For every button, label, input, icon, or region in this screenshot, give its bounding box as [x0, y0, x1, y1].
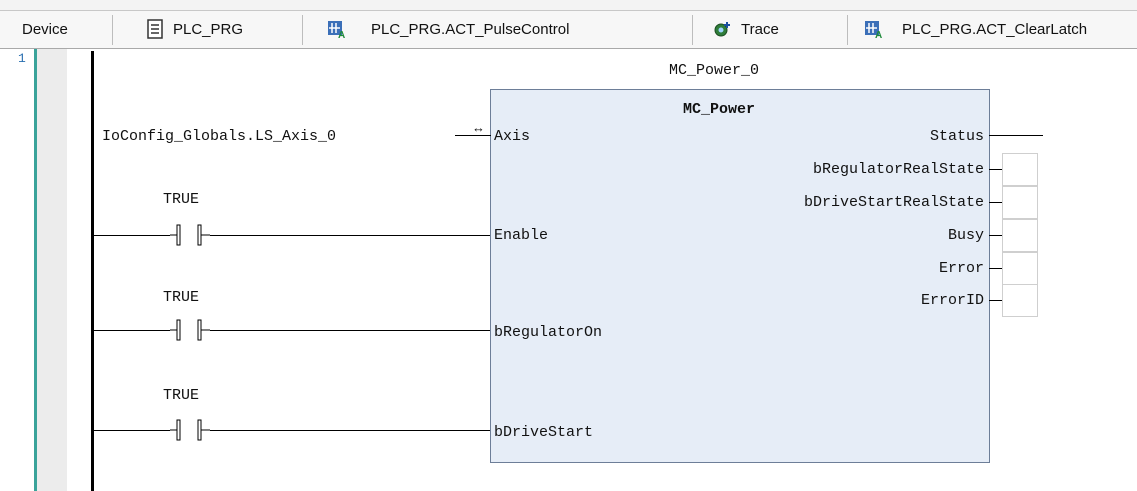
block-type: MC_Power	[683, 101, 756, 118]
trace-icon	[713, 19, 733, 39]
input-axis[interactable]: Axis	[494, 128, 530, 146]
svg-text:A: A	[875, 30, 882, 39]
tab-label: Trace	[741, 20, 779, 38]
output-value-box[interactable]	[1002, 153, 1038, 186]
output-wire	[989, 235, 1002, 236]
rung-wire-enable	[93, 235, 490, 236]
input-bdrivestart[interactable]: bDriveStart	[494, 424, 593, 442]
tab-label: PLC_PRG	[173, 20, 244, 38]
instance-name[interactable]: MC_Power_0	[669, 62, 759, 80]
document-icon	[145, 19, 165, 39]
contact-variable[interactable]: TRUE	[163, 191, 199, 209]
tab-act-clearlatch[interactable]: A PLC_PRG.ACT_ClearLatch	[848, 11, 1137, 47]
output-error[interactable]: Error	[939, 260, 984, 278]
output-busy[interactable]: Busy	[948, 227, 984, 245]
line-number-gutter: 1	[0, 49, 35, 491]
output-wire	[989, 300, 1002, 301]
output-wire	[989, 169, 1002, 170]
output-status[interactable]: Status	[930, 128, 984, 146]
output-bregulatorrealstate[interactable]: bRegulatorRealState	[813, 161, 984, 179]
output-value-box[interactable]	[1002, 186, 1038, 219]
contact-normally-open[interactable]	[170, 319, 210, 341]
contact-normally-open[interactable]	[170, 224, 210, 246]
tab-label: PLC_PRG.ACT_ClearLatch	[902, 20, 1088, 38]
output-value-box[interactable]	[1002, 252, 1038, 285]
rung-wire-drivestart	[93, 430, 490, 431]
output-wire	[989, 202, 1002, 203]
tab-trace[interactable]: Trace	[693, 11, 848, 47]
input-bregulatoron[interactable]: bRegulatorOn	[494, 324, 602, 342]
output-errorid[interactable]: ErrorID	[921, 292, 984, 310]
in-out-arrow-icon: ↔	[472, 120, 485, 135]
network-margin	[37, 49, 67, 491]
tab-act-pulsecontrol[interactable]: A PLC_PRG.ACT_PulseControl	[303, 11, 693, 47]
input-enable[interactable]: Enable	[494, 227, 548, 245]
contact-variable[interactable]: TRUE	[163, 387, 199, 405]
axis-variable[interactable]: IoConfig_Globals.LS_Axis_0	[102, 128, 336, 146]
status-wire	[989, 135, 1043, 136]
tab-plc-prg[interactable]: PLC_PRG	[113, 11, 303, 47]
tab-device[interactable]: Device	[0, 11, 113, 47]
output-value-box[interactable]	[1002, 219, 1038, 252]
ladder-editor[interactable]: 1 MC_Power_0 MC_Power IoConfig_Globals.L…	[0, 49, 1137, 491]
action-icon: A	[327, 19, 347, 41]
output-value-box[interactable]	[1002, 284, 1038, 317]
output-wire	[989, 268, 1002, 269]
action-icon: A	[864, 19, 884, 41]
svg-text:A: A	[338, 30, 345, 39]
line-number: 1	[18, 51, 26, 66]
tab-label: Device	[22, 20, 68, 38]
top-edge	[0, 0, 1137, 11]
editor-tab-bar: Device PLC_PRG A PLC_PRG.ACT_PulseContro…	[0, 11, 1137, 49]
output-bdrivestartrealstate[interactable]: bDriveStartRealState	[804, 194, 984, 212]
function-block[interactable]	[490, 89, 990, 463]
contact-normally-open[interactable]	[170, 419, 210, 441]
contact-variable[interactable]: TRUE	[163, 289, 199, 307]
rung-wire-regulator	[93, 330, 490, 331]
tab-label: PLC_PRG.ACT_PulseControl	[371, 20, 570, 38]
left-power-rail	[91, 51, 94, 491]
